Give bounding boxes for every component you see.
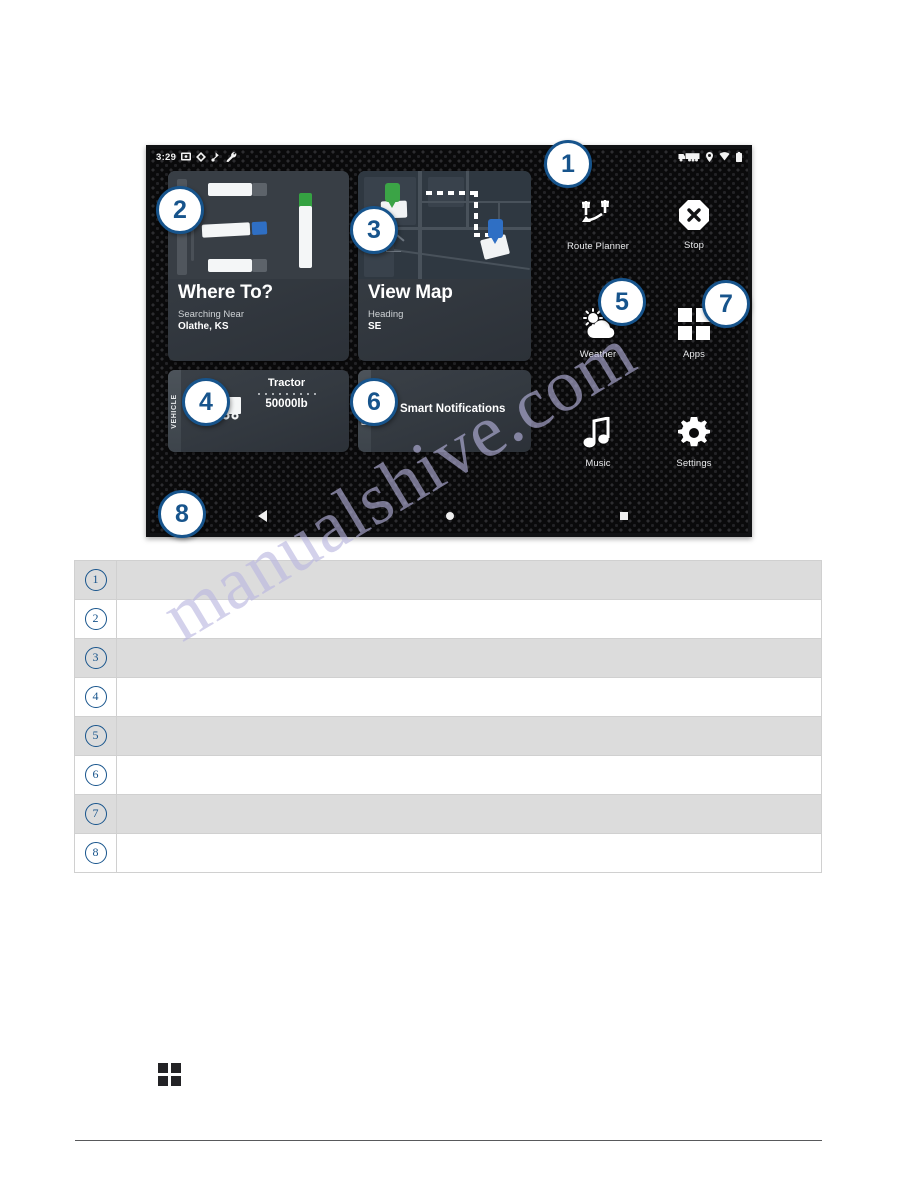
shortcut-stop[interactable]: Stop bbox=[648, 199, 740, 251]
table-row: 3 bbox=[74, 638, 822, 678]
legend-row-number: 5 bbox=[74, 716, 117, 756]
card-vehicle-weight: 50000lb bbox=[265, 398, 308, 410]
gear-icon bbox=[677, 416, 711, 454]
callout-1: 1 bbox=[544, 140, 592, 188]
legend-row-description bbox=[116, 638, 822, 678]
card-where-to-subvalue: Olathe, KS bbox=[178, 321, 229, 332]
card-where-to-sublabel: Searching Near bbox=[178, 309, 245, 320]
legend-row-number: 6 bbox=[74, 755, 117, 795]
legend-row-number: 7 bbox=[74, 794, 117, 834]
shortcut-route-planner-label: Route Planner bbox=[566, 240, 630, 252]
legend-table: 1 2 3 4 5 6 7 8 bbox=[74, 560, 822, 873]
table-row: 1 bbox=[74, 560, 822, 600]
shortcut-settings[interactable]: Settings bbox=[648, 416, 740, 469]
footer-rule bbox=[75, 1140, 822, 1141]
shortcut-weather-label: Weather bbox=[579, 348, 617, 360]
legend-row-number: 1 bbox=[74, 560, 117, 600]
wrench-icon bbox=[226, 151, 237, 164]
card-phone-title: Smart Notifications bbox=[400, 403, 506, 415]
card-view-map-title: View Map bbox=[368, 282, 453, 303]
apps-grid-icon bbox=[158, 1063, 181, 1091]
card-view-map-text: View Map Heading SE bbox=[358, 279, 531, 333]
system-nav-bar bbox=[150, 499, 748, 533]
navigation-icon bbox=[196, 151, 207, 164]
legend-row-description bbox=[116, 833, 822, 873]
legend-row-number: 8 bbox=[74, 833, 117, 873]
shortcut-settings-label: Settings bbox=[676, 457, 712, 469]
screenshot-icon bbox=[181, 152, 192, 163]
device-screen: 3:29 Where To? Searching Near Olathe, KS… bbox=[150, 149, 748, 533]
legend-row-number: 2 bbox=[74, 599, 117, 639]
table-row: 2 bbox=[74, 599, 822, 639]
card-where-to-title: Where To? bbox=[178, 282, 273, 303]
card-view-map-subvalue: SE bbox=[368, 321, 382, 332]
callout-8: 8 bbox=[158, 490, 206, 538]
route-planner-icon bbox=[578, 199, 618, 237]
shortcut-grid: Route Planner Stop Weather Apps Music Se… bbox=[550, 171, 742, 497]
legend-row-description bbox=[116, 560, 822, 600]
stop-octagon-icon bbox=[678, 199, 710, 236]
status-bar-right bbox=[678, 151, 742, 164]
callout-7: 7 bbox=[702, 280, 750, 328]
callout-4: 4 bbox=[182, 378, 230, 426]
music-note-icon bbox=[583, 415, 613, 454]
card-vehicle-side-label: VEHICLE bbox=[171, 393, 179, 429]
legend-row-number: 3 bbox=[74, 638, 117, 678]
battery-icon bbox=[736, 151, 742, 164]
table-row: 7 bbox=[74, 794, 822, 834]
legend-row-description bbox=[116, 599, 822, 639]
callout-2: 2 bbox=[156, 186, 204, 234]
recents-square-icon[interactable] bbox=[620, 512, 628, 520]
card-vehicle-divider-dots bbox=[233, 393, 340, 395]
table-row: 4 bbox=[74, 677, 822, 717]
callout-5: 5 bbox=[598, 278, 646, 326]
legend-row-description bbox=[116, 755, 822, 795]
shortcut-route-planner[interactable]: Route Planner bbox=[552, 199, 644, 252]
home-circle-icon[interactable] bbox=[446, 512, 454, 520]
shortcut-music-label: Music bbox=[585, 457, 611, 469]
card-where-to-text: Where To? Searching Near Olathe, KS bbox=[168, 279, 349, 333]
back-triangle-icon[interactable] bbox=[258, 510, 267, 522]
legend-row-description bbox=[116, 794, 822, 834]
card-view-map[interactable]: View Map Heading SE bbox=[358, 171, 531, 361]
legend-row-description bbox=[116, 677, 822, 717]
table-row: 6 bbox=[74, 755, 822, 795]
status-bar-left: 3:29 bbox=[156, 151, 237, 164]
truck-profile-icon bbox=[678, 152, 700, 164]
card-view-map-sublabel: Heading bbox=[368, 309, 404, 320]
shortcut-music[interactable]: Music bbox=[552, 415, 644, 469]
table-row: 5 bbox=[74, 716, 822, 756]
shortcut-stop-label: Stop bbox=[684, 240, 704, 252]
legend-row-description bbox=[116, 716, 822, 756]
shortcut-apps-label: Apps bbox=[682, 348, 706, 360]
callout-6: 6 bbox=[350, 378, 398, 426]
home-cards-row-top: Where To? Searching Near Olathe, KS View… bbox=[168, 171, 538, 361]
wifi-icon bbox=[719, 152, 730, 163]
table-row: 8 bbox=[74, 833, 822, 873]
status-bar-clock: 3:29 bbox=[156, 152, 177, 163]
callout-3: 3 bbox=[350, 206, 398, 254]
location-icon bbox=[706, 151, 713, 164]
card-vehicle-side-tab: VEHICLE bbox=[168, 370, 181, 452]
card-vehicle-title: Tractor bbox=[267, 377, 306, 389]
bluetooth-audio-icon bbox=[211, 151, 221, 164]
legend-row-number: 4 bbox=[74, 677, 117, 717]
status-bar: 3:29 bbox=[150, 149, 748, 166]
device-frame: 3:29 Where To? Searching Near Olathe, KS… bbox=[146, 145, 752, 537]
